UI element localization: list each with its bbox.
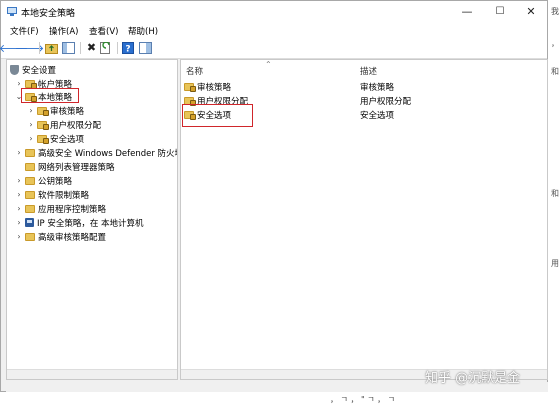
toolbar-divider bbox=[80, 42, 81, 54]
menu-file[interactable]: 文件(F) bbox=[10, 25, 39, 37]
edge-char: 和 bbox=[551, 67, 559, 76]
tree-item-label: 安全选项 bbox=[50, 134, 85, 145]
menu-bar: 文件(F) 操作(A) 查看(V) 帮助(H) bbox=[1, 23, 547, 38]
highlight-box bbox=[182, 104, 253, 127]
chevron-right-icon[interactable]: › bbox=[15, 218, 23, 227]
tree-item-network-list[interactable]: 网络列表管理器策略 bbox=[15, 160, 115, 173]
chevron-right-icon[interactable]: › bbox=[15, 79, 23, 88]
app-icon bbox=[7, 7, 17, 16]
menu-action[interactable]: 操作(A) bbox=[49, 25, 78, 37]
chevron-right-icon[interactable]: › bbox=[15, 190, 23, 199]
folder-icon bbox=[25, 204, 35, 213]
chevron-right-icon[interactable]: › bbox=[27, 134, 35, 143]
chevron-right-icon[interactable]: › bbox=[15, 176, 23, 185]
title-bar[interactable]: 本地安全策略 — ☐ ✕ bbox=[1, 1, 547, 23]
minimize-button[interactable]: — bbox=[451, 1, 483, 23]
folder-icon bbox=[25, 190, 35, 199]
chevron-right-icon[interactable]: › bbox=[15, 204, 23, 213]
menu-view[interactable]: 查看(V) bbox=[89, 25, 118, 37]
chevron-right-icon[interactable]: › bbox=[15, 148, 23, 157]
tree-item-security-options[interactable]: › 安全选项 bbox=[27, 132, 84, 145]
tree-item-label: 应用程序控制策略 bbox=[38, 204, 107, 215]
tree-item-defender-firewall[interactable]: › 高级安全 Windows Defender 防火墙 bbox=[15, 146, 178, 159]
folder-icon bbox=[25, 176, 35, 185]
menu-help[interactable]: 帮助(H) bbox=[128, 25, 158, 37]
refresh-icon[interactable] bbox=[100, 42, 113, 54]
folder-icon bbox=[25, 148, 35, 157]
tree-item-app-control[interactable]: › 应用程序控制策略 bbox=[15, 202, 106, 215]
highlight-box bbox=[21, 88, 79, 103]
edge-char: ， bbox=[551, 39, 559, 48]
chevron-right-icon[interactable]: › bbox=[27, 106, 35, 115]
tree-item-label: 高级安全 Windows Defender 防火墙 bbox=[38, 148, 178, 159]
maximize-button[interactable]: ☐ bbox=[484, 1, 516, 23]
column-header-description[interactable]: 描述 bbox=[360, 65, 377, 77]
folder-icon bbox=[25, 162, 35, 171]
list-row[interactable]: 审核策略 bbox=[184, 80, 231, 93]
edge-char: 和 bbox=[551, 189, 559, 198]
tree-item-label: IP 安全策略，在 本地计算机 bbox=[37, 218, 144, 229]
properties-icon[interactable] bbox=[139, 42, 152, 54]
up-folder-icon[interactable] bbox=[45, 42, 58, 54]
tree-item-advanced-audit[interactable]: › 高级审核策略配置 bbox=[15, 230, 106, 243]
row-name: 审核策略 bbox=[197, 82, 232, 93]
tree-item-ip-security[interactable]: › IP 安全策略，在 本地计算机 bbox=[15, 216, 144, 229]
tree-root[interactable]: 安全设置 bbox=[10, 63, 56, 76]
chevron-right-icon[interactable]: › bbox=[27, 120, 35, 129]
tree-item-label: 高级审核策略配置 bbox=[38, 232, 107, 243]
list-pane: 名称 ⌃ 描述 审核策略 审核策略 用户权限分配 用户权限分配 安全选项 安全选… bbox=[180, 59, 548, 380]
folder-icon bbox=[37, 120, 49, 130]
toolbar-divider bbox=[117, 42, 118, 54]
edge-char: 我 bbox=[551, 7, 559, 16]
help-icon[interactable]: ? bbox=[122, 42, 134, 54]
folder-icon bbox=[37, 134, 49, 144]
watermark: 知乎 @沉默是金 bbox=[425, 371, 521, 386]
tree-item-public-key[interactable]: › 公钥策略 bbox=[15, 174, 72, 187]
computer-icon bbox=[25, 218, 34, 227]
forward-arrow-icon[interactable]: 🡒 bbox=[15, 41, 45, 55]
tree-item-label: 审核策略 bbox=[50, 106, 85, 117]
tree-item-audit-policy[interactable]: › 审核策略 bbox=[27, 104, 84, 117]
folder-icon bbox=[184, 82, 196, 92]
local-security-policy-window: 本地安全策略 — ☐ ✕ 文件(F) 操作(A) 查看(V) 帮助(H) 🡐 🡒… bbox=[0, 0, 548, 392]
tree-item-label: 软件限制策略 bbox=[38, 190, 90, 201]
edge-char: 用 bbox=[551, 259, 559, 268]
toolbar-divider bbox=[39, 42, 40, 54]
window-title: 本地安全策略 bbox=[21, 9, 76, 19]
column-header-name[interactable]: 名称 bbox=[186, 65, 203, 77]
row-description: 审核策略 bbox=[360, 82, 395, 93]
delete-icon[interactable]: ✖ bbox=[85, 41, 98, 54]
folder-icon bbox=[25, 79, 37, 89]
folder-icon bbox=[25, 232, 35, 241]
svg-text:?: ? bbox=[125, 45, 130, 55]
tree-horizontal-scrollbar[interactable] bbox=[7, 369, 177, 379]
row-description: 用户权限分配 bbox=[360, 96, 412, 107]
sort-arrow-icon: ⌃ bbox=[265, 60, 272, 69]
tree-pane: 安全设置 › 帐户策略 ⌄ 本地策略 › 审核策略 › 用户权限分配 › 安全选… bbox=[6, 59, 178, 380]
tree-item-user-rights[interactable]: › 用户权限分配 bbox=[27, 118, 101, 131]
show-hide-tree-icon[interactable] bbox=[62, 42, 75, 54]
tree-item-software-restriction[interactable]: › 软件限制策略 bbox=[15, 188, 89, 201]
close-button[interactable]: ✕ bbox=[515, 1, 547, 23]
tree-item-label: 用户权限分配 bbox=[50, 120, 102, 131]
tree-item-label: 网络列表管理器策略 bbox=[38, 162, 115, 173]
row-description: 安全选项 bbox=[360, 110, 395, 121]
tree-item-label: 公钥策略 bbox=[38, 176, 73, 187]
chevron-right-icon[interactable]: › bbox=[15, 232, 23, 241]
folder-icon bbox=[37, 106, 49, 116]
security-settings-icon bbox=[10, 64, 19, 75]
tree-root-label: 安全设置 bbox=[22, 65, 57, 76]
background-edge bbox=[548, 0, 559, 400]
toolbar: 🡐 🡒 ✖ ? bbox=[0, 38, 547, 59]
